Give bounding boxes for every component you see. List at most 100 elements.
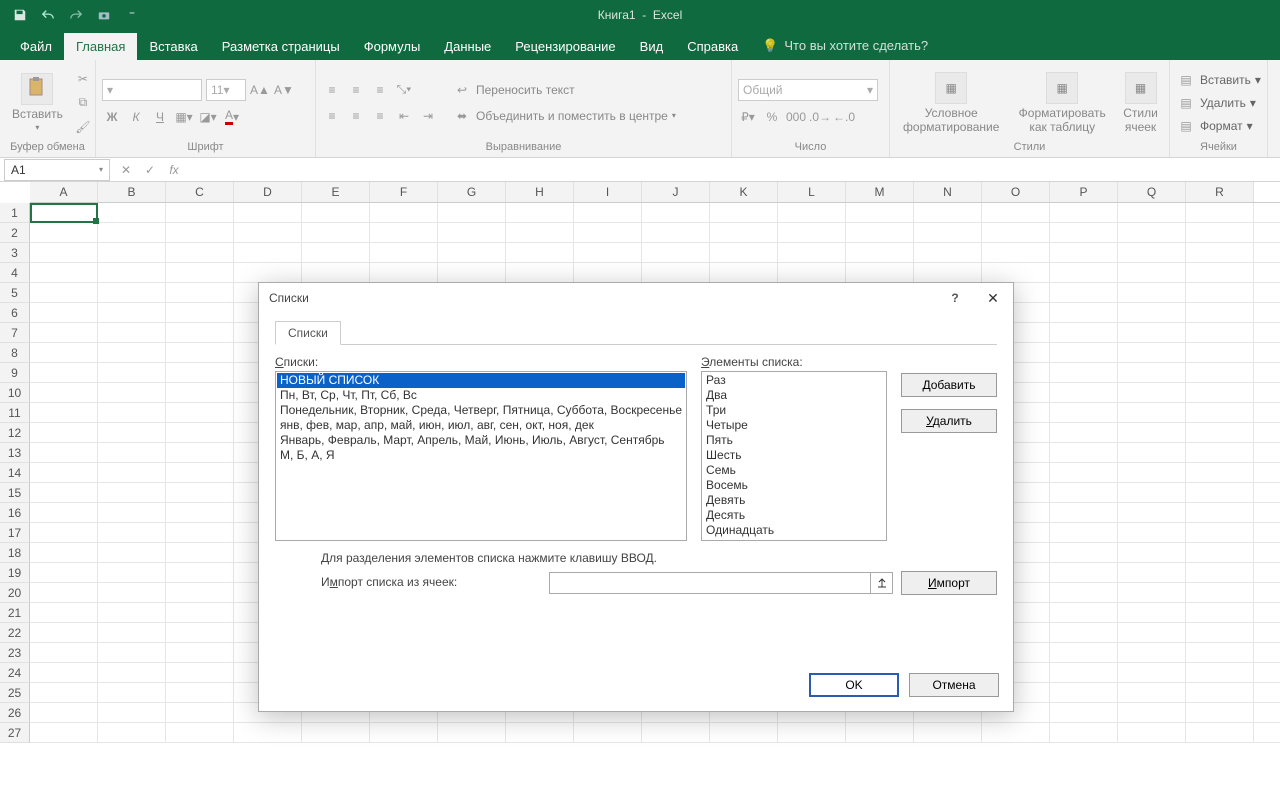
row-header[interactable]: 14: [0, 463, 30, 483]
delete-button[interactable]: Удалить: [901, 409, 997, 433]
row-header[interactable]: 5: [0, 283, 30, 303]
list-item[interactable]: янв, фев, мар, апр, май, июн, июл, авг, …: [277, 418, 685, 433]
fill-color-icon[interactable]: ◪▾: [198, 107, 218, 127]
column-header[interactable]: C: [166, 182, 234, 202]
column-header[interactable]: D: [234, 182, 302, 202]
row-header[interactable]: 7: [0, 323, 30, 343]
column-header[interactable]: F: [370, 182, 438, 202]
row-header[interactable]: 13: [0, 443, 30, 463]
align-bottom-icon[interactable]: ≡: [370, 80, 390, 100]
list-item[interactable]: М, Б, А, Я: [277, 448, 685, 463]
ok-button[interactable]: OK: [809, 673, 899, 697]
list-entries-textbox[interactable]: РазДваТриЧетыреПятьШестьСемьВосемьДевять…: [701, 371, 887, 541]
indent-dec-icon[interactable]: ⇤: [394, 106, 414, 126]
tab-9[interactable]: 💡Что вы хотите сделать?: [750, 32, 940, 60]
save-icon[interactable]: [10, 5, 30, 25]
list-item[interactable]: НОВЫЙ СПИСОК: [277, 373, 685, 388]
qat-dropdown-icon[interactable]: ⁼: [122, 5, 142, 25]
row-header[interactable]: 17: [0, 523, 30, 543]
dialog-titlebar[interactable]: Списки ? ✕: [259, 283, 1013, 313]
indent-inc-icon[interactable]: ⇥: [418, 106, 438, 126]
row-header[interactable]: 23: [0, 643, 30, 663]
add-button[interactable]: Добавить: [901, 373, 997, 397]
tab-2[interactable]: Вставка: [137, 33, 209, 60]
row-header[interactable]: 1: [0, 203, 30, 223]
row-header[interactable]: 6: [0, 303, 30, 323]
tab-6[interactable]: Рецензирование: [503, 33, 627, 60]
import-range-field[interactable]: [549, 572, 893, 594]
copy-icon[interactable]: ⧉: [73, 93, 93, 113]
conditional-formatting-button[interactable]: ▦Условное форматирование: [895, 70, 1007, 136]
row-header[interactable]: 19: [0, 563, 30, 583]
italic-icon[interactable]: К: [126, 107, 146, 127]
cancel-formula-icon[interactable]: ✕: [114, 163, 138, 177]
font-name-combo[interactable]: ▾: [102, 79, 202, 101]
row-header[interactable]: 12: [0, 423, 30, 443]
align-center-icon[interactable]: ≡: [346, 106, 366, 126]
enter-formula-icon[interactable]: ✓: [138, 163, 162, 177]
cancel-button[interactable]: Отмена: [909, 673, 999, 697]
column-header[interactable]: L: [778, 182, 846, 202]
paste-button[interactable]: Вставить ▾: [6, 71, 69, 134]
fx-icon[interactable]: fx: [162, 163, 186, 177]
tab-5[interactable]: Данные: [432, 33, 503, 60]
name-box[interactable]: A1▾: [4, 159, 110, 181]
import-range-input[interactable]: [550, 573, 870, 593]
dialog-tab-lists[interactable]: Списки: [275, 321, 341, 345]
row-header[interactable]: 18: [0, 543, 30, 563]
column-header[interactable]: R: [1186, 182, 1254, 202]
align-top-icon[interactable]: ≡: [322, 80, 342, 100]
underline-icon[interactable]: Ч: [150, 107, 170, 127]
column-header[interactable]: M: [846, 182, 914, 202]
orientation-icon[interactable]: ⤡▾: [394, 80, 414, 100]
insert-cells-button[interactable]: ▤Вставить ▾: [1176, 70, 1261, 90]
undo-icon[interactable]: [38, 5, 58, 25]
dec-decimal-icon[interactable]: ←.0: [834, 107, 854, 127]
column-header[interactable]: O: [982, 182, 1050, 202]
close-icon[interactable]: ✕: [983, 288, 1003, 308]
cut-icon[interactable]: ✂: [73, 69, 93, 89]
tab-0[interactable]: Файл: [8, 33, 64, 60]
merge-center-button[interactable]: ⬌ Объединить и поместить в центре ▾: [452, 106, 676, 126]
tab-4[interactable]: Формулы: [352, 33, 433, 60]
bold-icon[interactable]: Ж: [102, 107, 122, 127]
row-header[interactable]: 11: [0, 403, 30, 423]
delete-cells-button[interactable]: ▤Удалить ▾: [1176, 93, 1261, 113]
row-header[interactable]: 22: [0, 623, 30, 643]
format-cells-button[interactable]: ▤Формат ▾: [1176, 116, 1261, 136]
column-header[interactable]: I: [574, 182, 642, 202]
row-header[interactable]: 8: [0, 343, 30, 363]
row-header[interactable]: 20: [0, 583, 30, 603]
camera-icon[interactable]: [94, 5, 114, 25]
align-right-icon[interactable]: ≡: [370, 106, 390, 126]
format-as-table-button[interactable]: ▦Форматировать как таблицу: [1011, 70, 1113, 136]
column-header[interactable]: P: [1050, 182, 1118, 202]
percent-icon[interactable]: %: [762, 107, 782, 127]
font-size-combo[interactable]: 11 ▾: [206, 79, 246, 101]
row-header[interactable]: 21: [0, 603, 30, 623]
currency-icon[interactable]: ₽▾: [738, 107, 758, 127]
column-header[interactable]: A: [30, 182, 98, 202]
column-header[interactable]: B: [98, 182, 166, 202]
number-format-combo[interactable]: Общий▾: [738, 79, 878, 101]
column-header[interactable]: Q: [1118, 182, 1186, 202]
row-header[interactable]: 26: [0, 703, 30, 723]
list-item[interactable]: Январь, Февраль, Март, Апрель, Май, Июнь…: [277, 433, 685, 448]
row-header[interactable]: 25: [0, 683, 30, 703]
row-header[interactable]: 9: [0, 363, 30, 383]
tab-8[interactable]: Справка: [675, 33, 750, 60]
column-header[interactable]: H: [506, 182, 574, 202]
font-color-icon[interactable]: A▾: [222, 107, 242, 127]
cell-styles-button[interactable]: ▦Стили ячеек: [1117, 70, 1164, 136]
import-button[interactable]: Импорт: [901, 571, 997, 595]
row-header[interactable]: 15: [0, 483, 30, 503]
comma-icon[interactable]: 000: [786, 107, 806, 127]
align-left-icon[interactable]: ≡: [322, 106, 342, 126]
increase-font-icon[interactable]: A▲: [250, 80, 270, 100]
align-middle-icon[interactable]: ≡: [346, 80, 366, 100]
formula-input[interactable]: [186, 162, 1280, 177]
row-header[interactable]: 4: [0, 263, 30, 283]
column-header[interactable]: J: [642, 182, 710, 202]
decrease-font-icon[interactable]: A▼: [274, 80, 294, 100]
format-painter-icon[interactable]: 🖌: [73, 117, 93, 137]
